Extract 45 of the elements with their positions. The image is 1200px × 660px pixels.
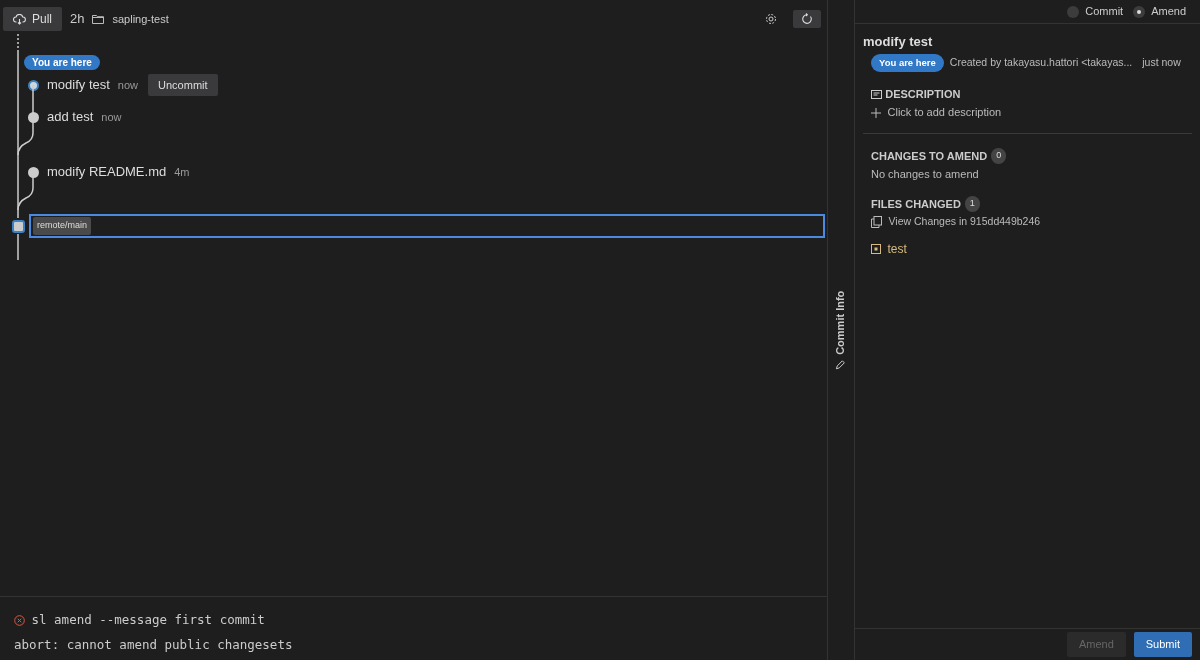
section-heading: FILES CHANGED [871,196,961,212]
bookmark-tag: remote/main [33,217,92,235]
view-changes-link[interactable]: View Changes in 915dd449b246 [871,214,1041,230]
you-are-here-badge: You are here [871,53,944,72]
commit-title[interactable]: modify test [47,75,110,95]
commit-time: now [117,77,139,93]
you-are-here-badge: You are here [24,55,100,70]
command-output: abort: cannot amend public changesets [14,635,293,654]
copy-icon [871,216,882,229]
folder-icon [92,14,105,24]
description-icon [871,89,882,99]
commit-time: now [101,109,122,125]
uncommit-button[interactable]: Uncommit [148,73,218,97]
commit-info-tab[interactable]: Commit Info [832,290,850,370]
count-badge: 0 [991,148,1007,164]
section-heading: CHANGES TO AMEND [871,148,988,164]
mode-label: Amend [1151,4,1186,20]
commit-time: 4m [174,164,190,180]
count-badge: 1 [964,196,980,212]
pencil-icon [836,359,846,370]
radio-button[interactable] [1067,5,1080,18]
mode-label: Commit [1085,4,1124,20]
file-modified-icon [871,243,881,254]
command-text: sl amend --message first commit [31,611,265,629]
commit-row[interactable]: remote/main [29,214,825,238]
commit-node [12,219,25,233]
commit-time: just now [1142,54,1181,70]
refresh-icon [801,13,813,25]
commit-title[interactable]: modify README.md [47,162,167,182]
commit-title[interactable]: add test [47,107,94,127]
submit-button[interactable]: Submit [1133,632,1192,657]
repo-name: sapling-test [112,11,169,27]
add-description-button[interactable]: Click to add description [871,104,1184,121]
pull-button[interactable]: Pull [3,7,62,31]
commit-title: modify test [863,33,933,51]
file-name[interactable]: test [887,239,907,258]
settings-icon[interactable] [765,13,777,25]
plus-icon [871,107,881,118]
fetch-age: 2h [70,10,85,29]
radio-button[interactable] [1133,5,1146,18]
cloud-download-icon [13,13,26,25]
section-heading: DESCRIPTION [885,86,961,102]
empty-message: No changes to amend [871,167,979,183]
refresh-button[interactable] [793,10,821,28]
author-text: Created by takayasu.hattori <takayas... [949,54,1133,70]
